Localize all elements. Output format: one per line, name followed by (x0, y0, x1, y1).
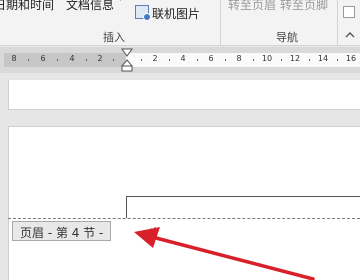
annotation-arrow (134, 227, 315, 280)
